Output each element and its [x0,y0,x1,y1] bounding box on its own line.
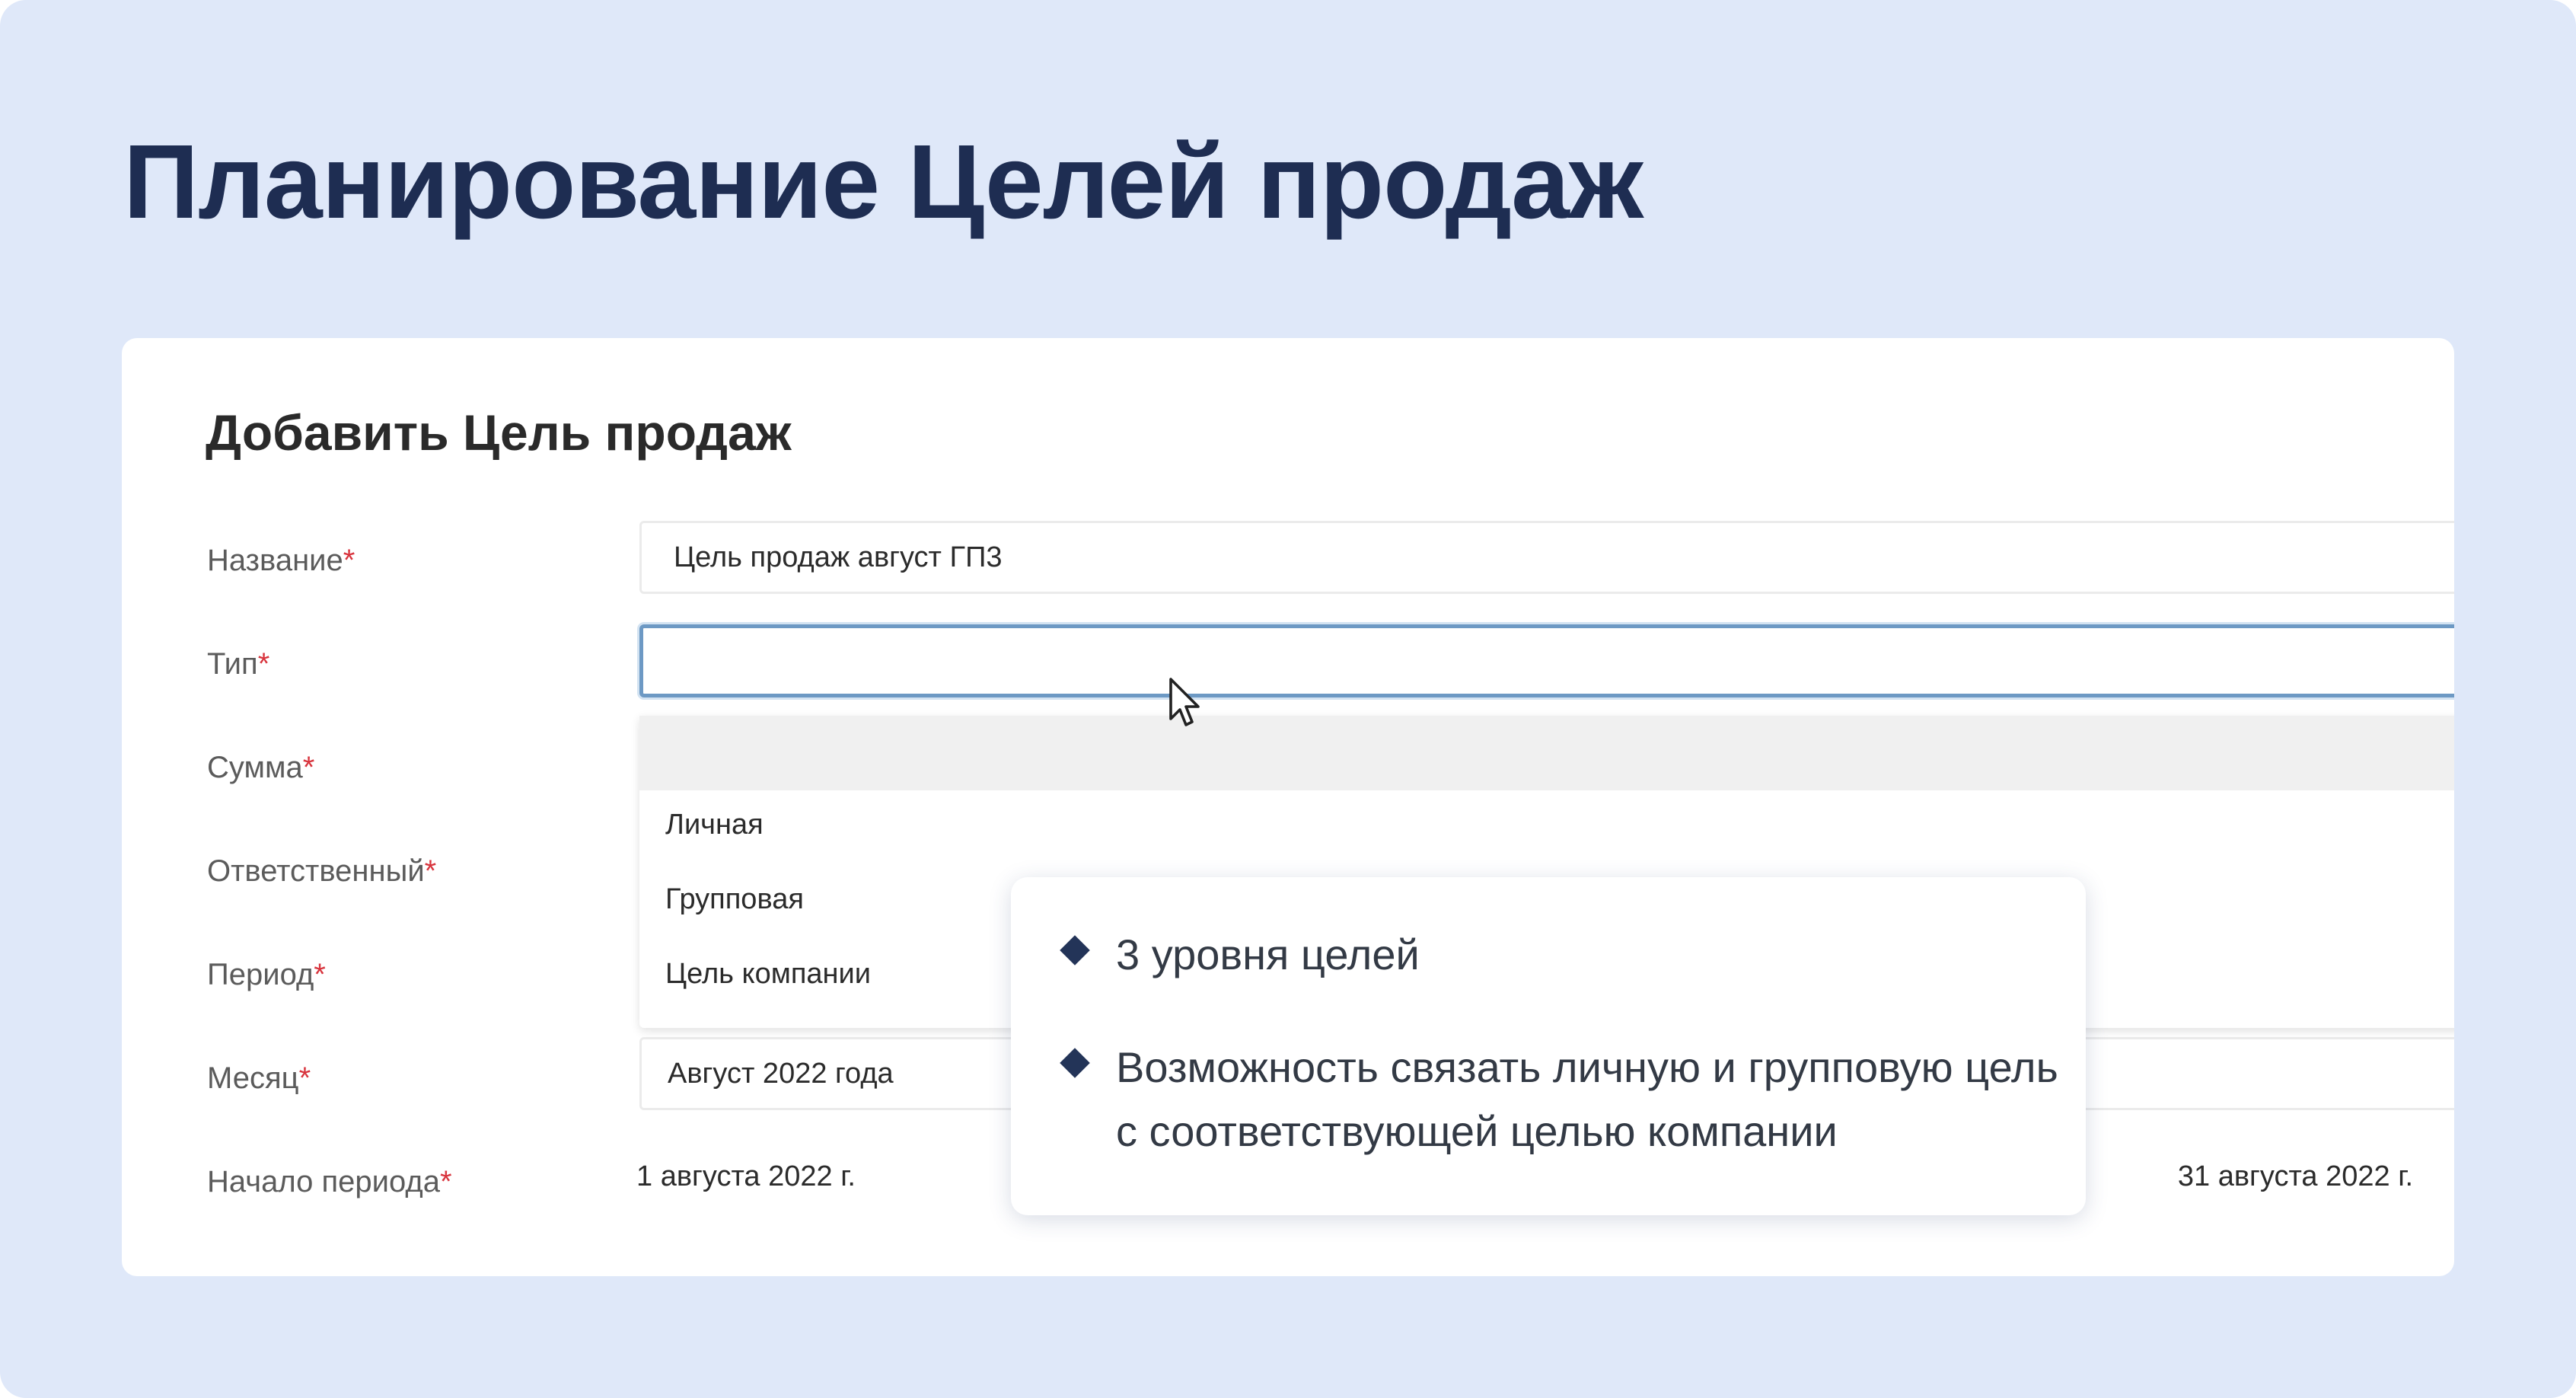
type-select[interactable] [639,624,2454,697]
required-mark: * [439,1165,452,1199]
label-month-text: Месяц [207,1061,299,1095]
callout-bullet-text: 3 уровня целей [1116,930,1420,978]
label-period-start: Начало периода* [207,1167,452,1197]
callout-bullet-text: Возможность связать личную и групповую ц… [1116,1043,2058,1155]
label-period: Период* [207,959,326,990]
label-name: Название* [207,545,355,576]
dropdown-option-empty[interactable] [639,716,2454,790]
name-input[interactable]: Цель продаж август ГП3 [639,521,2454,594]
features-callout: 3 уровня целей Возможность связать личну… [1011,877,2086,1215]
callout-bullet: 3 уровня целей [1060,923,2075,987]
page-title: Планирование Целей продаж [123,123,1643,241]
required-mark: * [424,854,437,888]
required-mark: * [298,1061,311,1095]
label-amount: Сумма* [207,752,314,783]
required-mark: * [314,958,326,991]
label-period-start-text: Начало периода [207,1165,440,1199]
callout-bullet: Возможность связать личную и групповую ц… [1060,1036,2075,1163]
label-period-text: Период [207,958,314,991]
required-mark: * [257,647,270,681]
label-responsible: Ответственный* [207,856,436,886]
diamond-bullet-icon [1060,1048,1090,1078]
label-amount-text: Сумма [207,751,303,784]
period-start-value: 1 августа 2022 г. [636,1160,856,1192]
label-type: Тип* [207,649,269,679]
dropdown-option-personal[interactable]: Личная [665,809,764,841]
label-type-text: Тип [207,647,258,681]
label-name-text: Название [207,544,343,577]
dropdown-option-group[interactable]: Групповая [665,883,804,916]
dropdown-option-company[interactable]: Цель компании [665,958,871,991]
diamond-bullet-icon [1060,935,1090,966]
slide: Планирование Целей продаж Добавить Цель … [0,0,2576,1398]
period-end-value: 31 августа 2022 г. [2177,1160,2413,1192]
required-mark: * [302,751,315,784]
label-month: Месяц* [207,1063,311,1093]
mouse-cursor-icon [1169,678,1200,726]
required-mark: * [343,544,355,577]
label-responsible-text: Ответственный [207,854,425,888]
form-title: Добавить Цель продаж [206,404,792,461]
